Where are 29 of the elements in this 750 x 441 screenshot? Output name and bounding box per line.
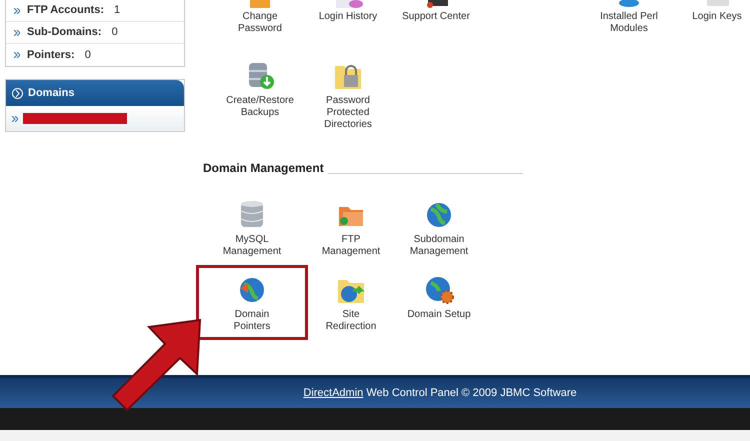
- section-heading: Domain Management: [203, 160, 324, 177]
- icon-link[interactable]: Create/Restore Backups: [216, 52, 304, 137]
- icon-link[interactable]: Password Protected Directories: [304, 52, 392, 137]
- stat-label: Sub-Domains:: [27, 25, 102, 40]
- icon-link[interactable]: Domain Setup: [395, 266, 483, 339]
- chevron-icon: [12, 88, 23, 98]
- icon-link[interactable]: Support Center: [392, 0, 480, 35]
- icon-link[interactable]: Domain Pointers: [197, 266, 307, 339]
- icon-link[interactable]: Login Keys: [673, 0, 750, 35]
- icon-link[interactable]: Installed Perl Modules: [585, 0, 673, 35]
- icon-link[interactable]: FTP Management: [307, 191, 395, 264]
- footer-text: Web Control Panel © 2009 JBMC Software: [365, 386, 577, 399]
- icon-link[interactable]: Login History: [304, 0, 392, 35]
- stat-label: FTP Accounts:: [27, 3, 104, 18]
- icon-link[interactable]: Site Redirection: [307, 266, 395, 339]
- panel-title: Domains: [28, 86, 74, 101]
- stat-value: 0: [84, 48, 91, 63]
- bullet-icon: [14, 52, 20, 58]
- icon-link[interactable]: MySQL Management: [197, 191, 307, 264]
- icon-link[interactable]: Change Password: [216, 0, 304, 35]
- bullet-icon: [12, 116, 18, 122]
- globe-gear-icon: [423, 274, 455, 306]
- bullet-icon: [14, 8, 20, 14]
- icon-link[interactable]: Subdomain Management: [395, 191, 483, 264]
- bullet-icon: [14, 30, 20, 36]
- footer-link[interactable]: DirectAdmin: [303, 386, 364, 399]
- stat-value: 0: [112, 25, 118, 40]
- stat-label: Pointers:: [27, 48, 75, 63]
- stat-value: 1: [114, 3, 120, 18]
